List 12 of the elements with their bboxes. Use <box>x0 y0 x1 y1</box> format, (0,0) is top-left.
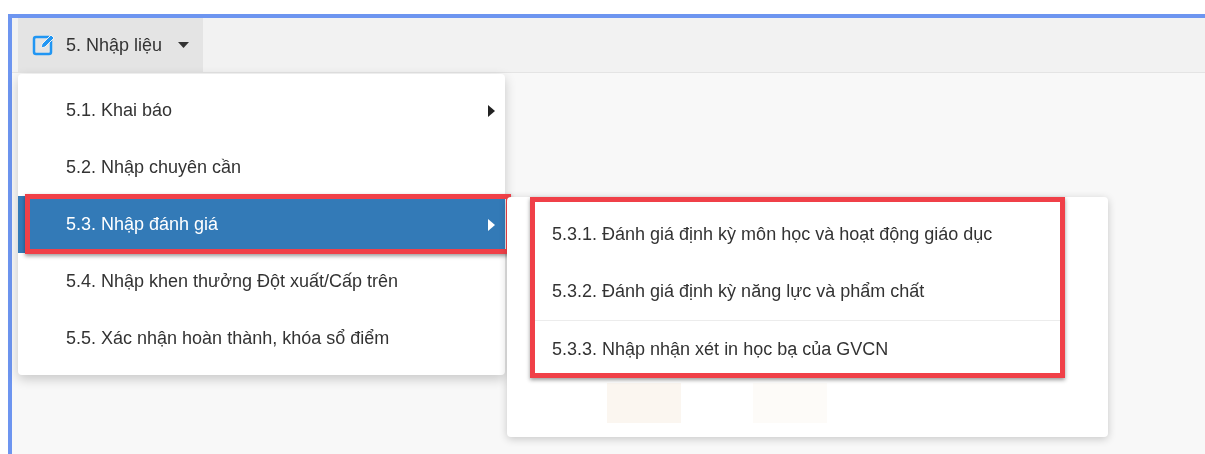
edit-icon <box>32 33 56 57</box>
menu-item[interactable]: 5.1. Khai báo <box>18 82 505 139</box>
menu-item[interactable]: 5.5. Xác nhận hoàn thành, khóa sổ điểm <box>18 310 505 367</box>
caret-icon <box>488 218 495 231</box>
caret-icon <box>488 104 495 117</box>
menu-button[interactable]: 5. Nhập liệu <box>18 18 204 72</box>
menu-item[interactable]: 5.2. Nhập chuyên cần <box>18 139 505 196</box>
submenu-item[interactable]: 5.3.3. Nhập nhận xét in học bạ của GVCN <box>530 320 1063 377</box>
submenu-item[interactable]: 5.3.1. Đánh giá định kỳ môn học và hoạt động giáo dục <box>530 206 1063 263</box>
menu-item[interactable]: 5.4. Nhập khen thưởng Đột xuất/Cấp trên <box>18 253 505 310</box>
dropdown-caret-icon <box>178 42 190 48</box>
submenu-item[interactable]: 5.3.2. Đánh giá định kỳ năng lực và phẩm chất <box>530 263 1063 320</box>
